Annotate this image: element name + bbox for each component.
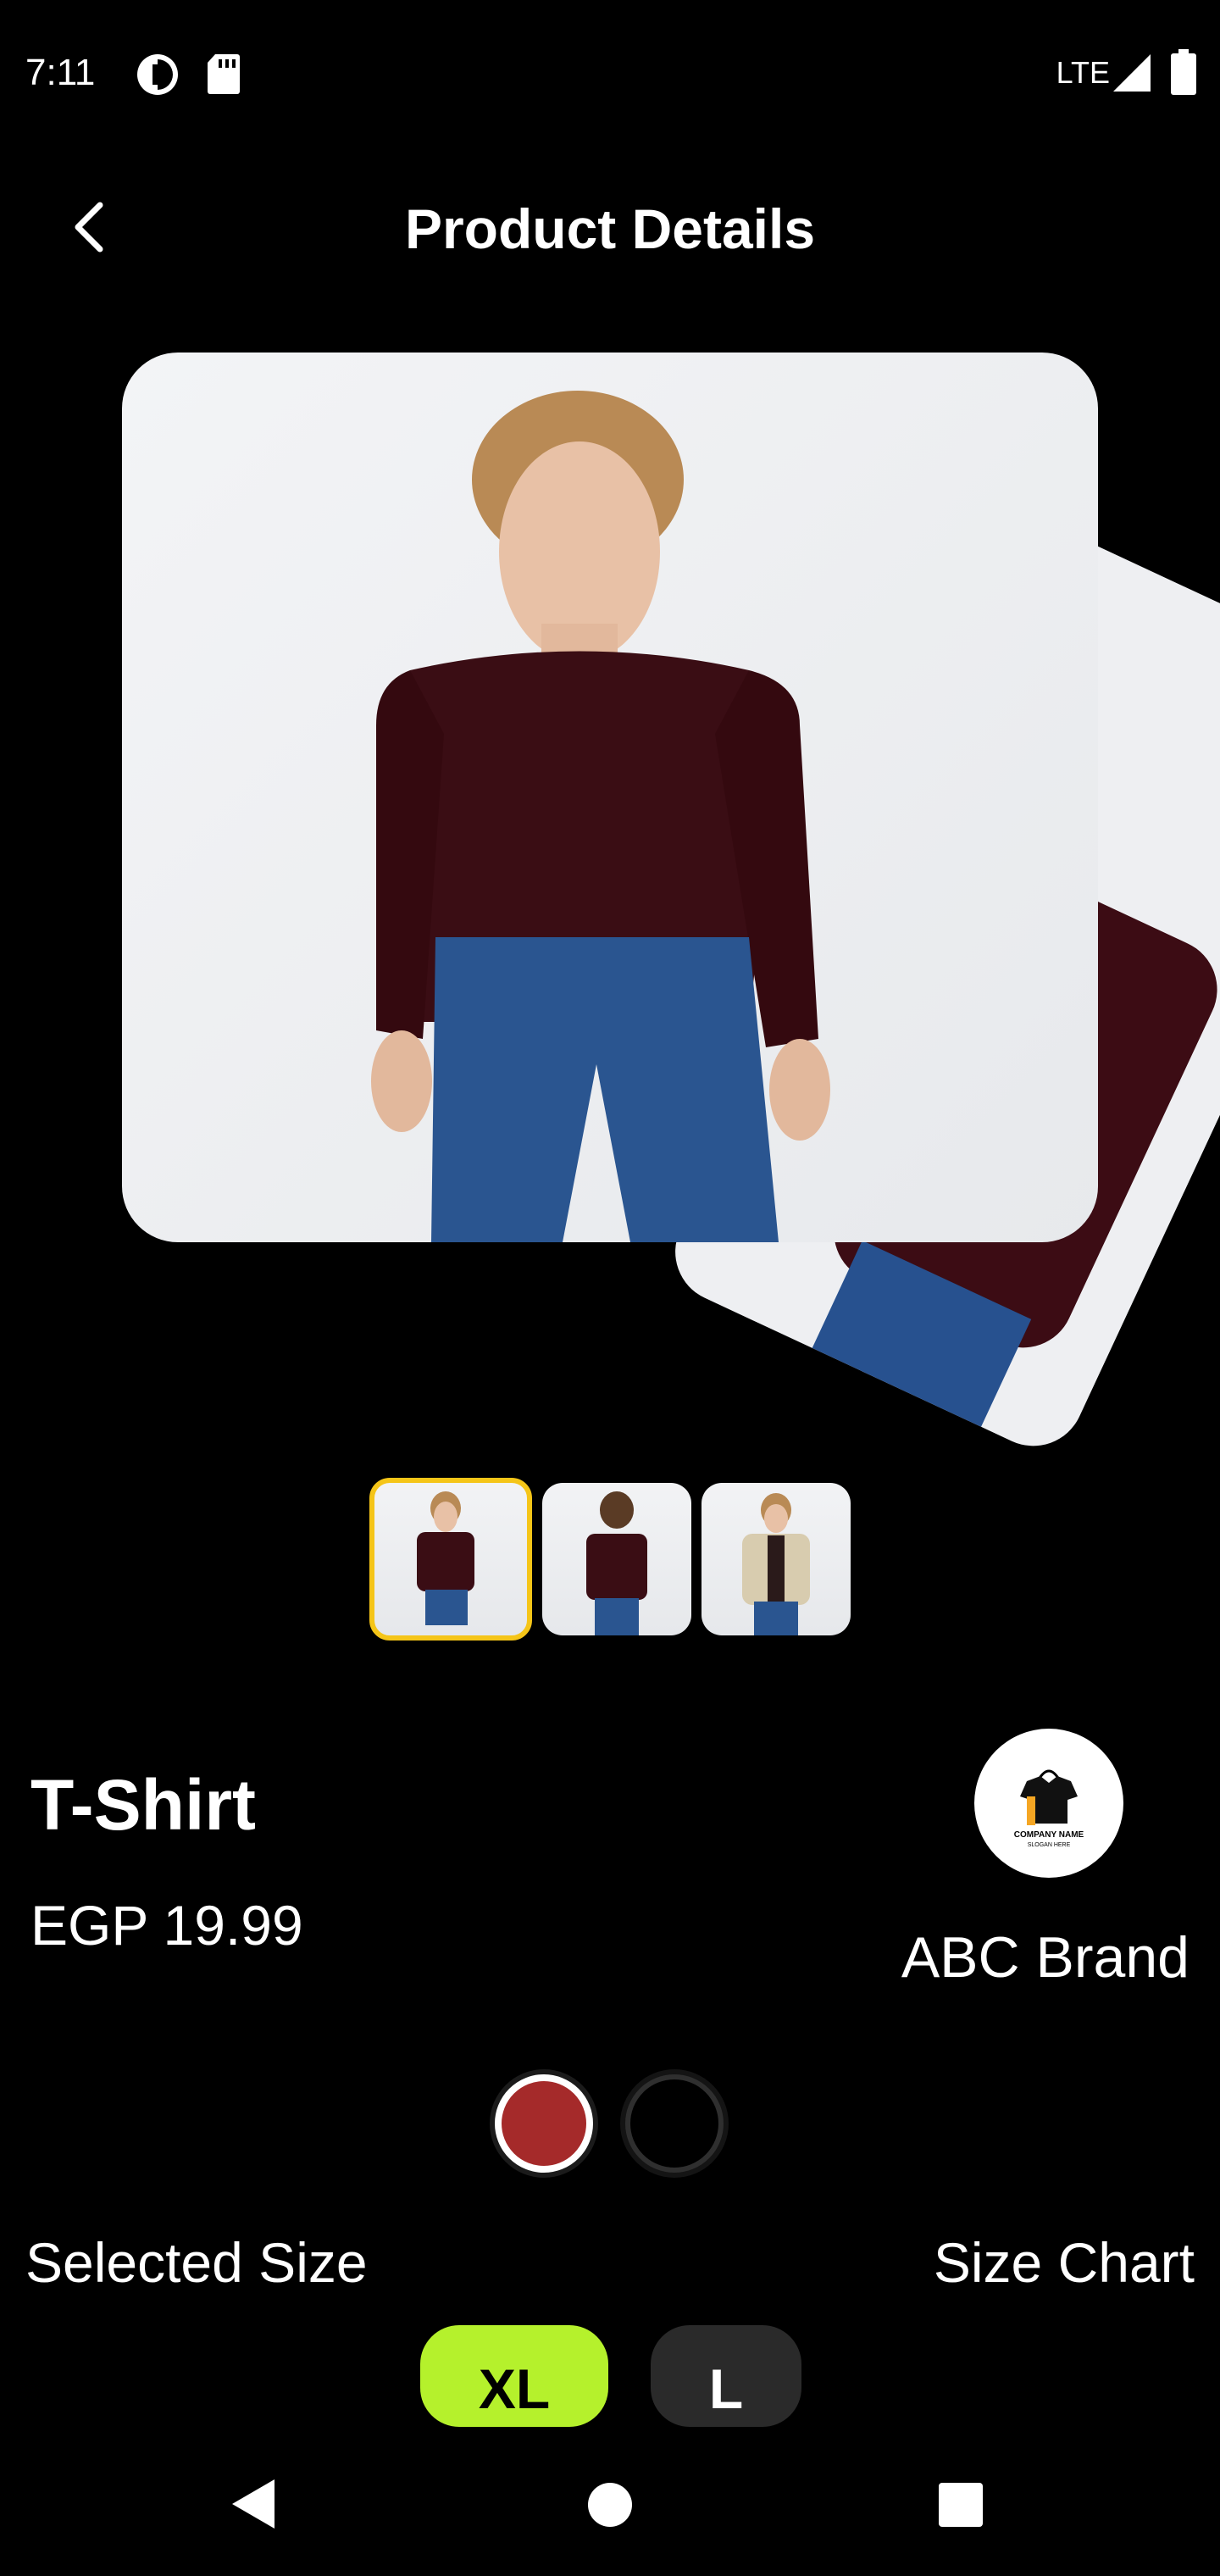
signal-icon	[1112, 53, 1152, 97]
size-option-xl-label: XL	[478, 2357, 551, 2420]
thumbnail-1[interactable]	[369, 1478, 532, 1641]
network-type: LTE	[1056, 55, 1110, 90]
back-triangle-icon[interactable]	[230, 2478, 276, 2534]
product-name: T-Shirt	[30, 1765, 256, 1845]
data-saver-icon	[136, 53, 180, 101]
brand-logo[interactable]: COMPANY NAME SLOGAN HERE	[974, 1729, 1123, 1878]
status-time: 7:11	[25, 52, 96, 93]
thumbnail-2[interactable]	[542, 1483, 691, 1635]
selected-size-label: Selected Size	[25, 2231, 368, 2294]
shopping-bag-shirt-icon: COMPANY NAME SLOGAN HERE	[1014, 1769, 1084, 1848]
size-option-l[interactable]: L	[651, 2325, 801, 2427]
color-swatch-black[interactable]	[625, 2074, 724, 2173]
page-title: Product Details	[404, 197, 816, 260]
product-price: EGP 19.99	[30, 1894, 303, 1957]
sd-card-icon	[207, 53, 241, 99]
size-option-l-label: L	[708, 2357, 744, 2420]
brand-logo-text: COMPANY NAME	[1014, 1830, 1084, 1840]
thumbnail-3[interactable]	[702, 1483, 851, 1635]
brand-logo-tagline: SLOGAN HERE	[1028, 1842, 1071, 1848]
size-chart-link[interactable]: Size Chart	[934, 2229, 1195, 2296]
recents-square-icon[interactable]	[939, 2483, 983, 2527]
color-swatch-red[interactable]	[495, 2074, 593, 2173]
battery-icon	[1171, 49, 1196, 99]
brand-name[interactable]: ABC Brand	[901, 1924, 1190, 1991]
size-option-xl[interactable]: XL	[420, 2325, 608, 2427]
home-circle-icon[interactable]	[588, 2483, 632, 2527]
product-main-image[interactable]	[122, 353, 1098, 1242]
